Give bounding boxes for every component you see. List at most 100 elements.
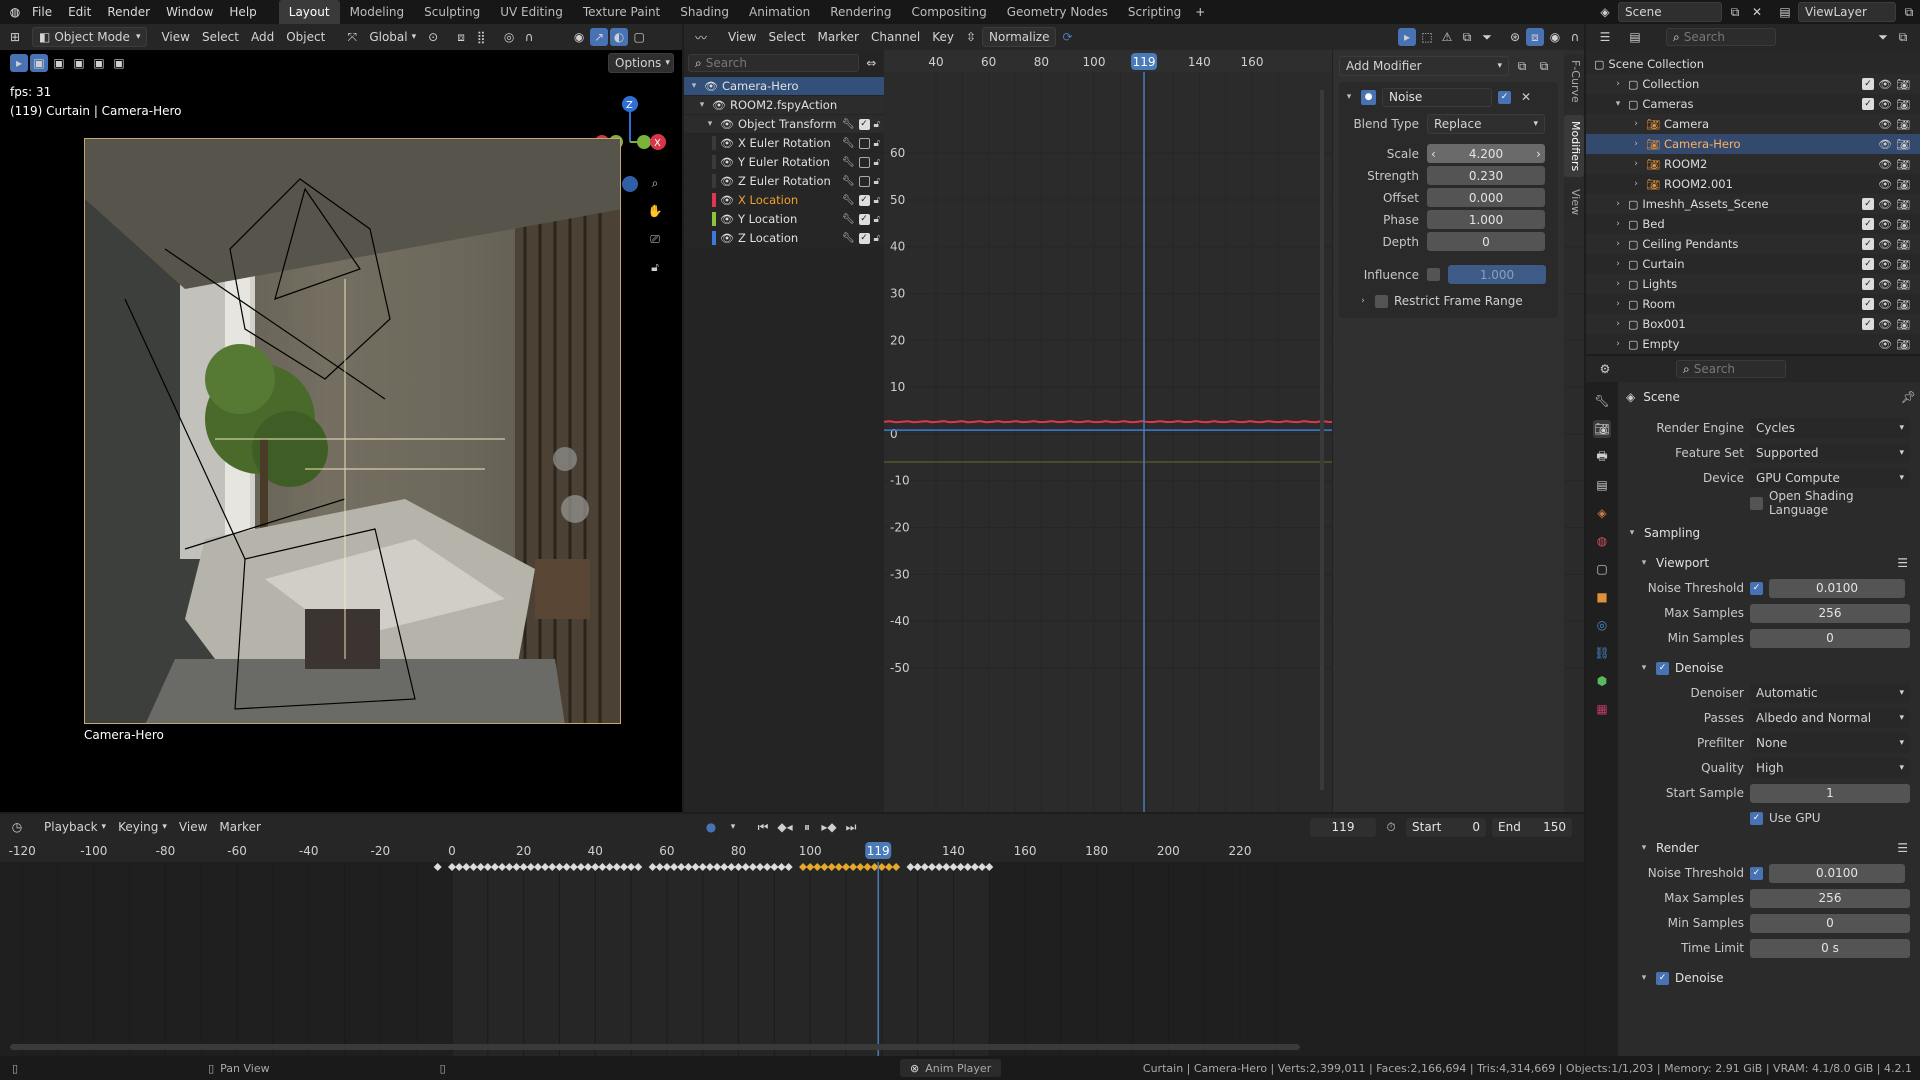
timeline-type-icon[interactable]: ◷ xyxy=(8,818,26,836)
expand-chevron-icon[interactable]: ▾ xyxy=(688,81,700,91)
prop-checkbox[interactable]: ✓ xyxy=(1750,581,1763,595)
expand-chevron-icon[interactable]: › xyxy=(1630,119,1642,129)
collapse-chevron-icon[interactable]: ▾ xyxy=(1626,528,1638,538)
timeline-menu-playback[interactable]: Playback ▾ xyxy=(38,817,112,837)
copy-modifiers-icon[interactable]: ⧉ xyxy=(1513,57,1531,75)
pan-hand-icon[interactable]: ✋ xyxy=(646,202,664,220)
viewport-menu-add[interactable]: Add xyxy=(245,27,280,47)
sidebar-tab-modifiers[interactable]: Modifiers xyxy=(1564,114,1584,177)
paste-modifiers-icon[interactable]: ⧉ xyxy=(1535,57,1553,75)
outliner-item[interactable]: › ▢ Bed ✓ 👁︎ 📷︎ xyxy=(1586,214,1920,234)
swap-icon[interactable]: ⇔ xyxy=(863,54,880,72)
tool-tab-icon[interactable]: 🔧︎ xyxy=(1593,392,1611,410)
falloff-icon[interactable]: ∩ xyxy=(520,28,538,46)
viewport-menu-select[interactable]: Select xyxy=(196,27,245,47)
pin-icon[interactable]: 📌︎ xyxy=(1901,390,1916,404)
lock-camera-icon[interactable]: 🔓︎ xyxy=(646,258,664,276)
zoom-icon[interactable]: ⌕ xyxy=(646,174,664,192)
transform-orientation-icon[interactable]: ⤧ xyxy=(343,28,361,46)
modifier-mute-toggle[interactable]: ● xyxy=(1361,89,1376,105)
graph-menu-channel[interactable]: Channel xyxy=(865,27,926,47)
modifier-wrench-icon[interactable]: 🔧︎ xyxy=(842,195,855,206)
outliner-item[interactable]: › ▢ Lights ✓ 👁︎ 📷︎ xyxy=(1586,274,1920,294)
render-camera-icon[interactable]: 📷︎ xyxy=(1896,158,1910,171)
modifier-offset-field[interactable]: 0.000 xyxy=(1427,188,1545,207)
expand-chevron-icon[interactable]: › xyxy=(1612,199,1624,209)
expand-chevron-icon[interactable]: › xyxy=(1612,239,1624,249)
outliner-item[interactable]: › ▢ Box001 ✓ 👁︎ 📷︎ xyxy=(1586,314,1920,334)
prop-field[interactable]: 256 xyxy=(1750,888,1910,908)
prop-checkbox[interactable]: ✓ xyxy=(1750,811,1763,825)
prop-field[interactable]: 0.0100 xyxy=(1769,863,1905,883)
scene-icon[interactable]: ◈ xyxy=(1596,3,1614,21)
next-keyframe-icon[interactable]: ▸◆ xyxy=(820,818,838,836)
expand-chevron-icon[interactable]: › xyxy=(1612,259,1624,269)
viewport-menu-object[interactable]: Object xyxy=(280,27,331,47)
menu-render[interactable]: Render xyxy=(99,0,158,24)
render-camera-icon[interactable]: 📷︎ xyxy=(1896,318,1910,331)
camera-frame[interactable] xyxy=(84,138,621,724)
exclude-checkbox[interactable]: ✓ xyxy=(1862,238,1875,250)
channel-row[interactable]: 👁︎ X Location 🔧︎ ✓ 🔓︎ xyxy=(684,191,884,209)
collapse-chevron-icon[interactable]: ▾ xyxy=(1638,843,1650,853)
eye-icon[interactable]: 👁︎ xyxy=(1878,318,1892,331)
exclude-checkbox[interactable]: ✓ xyxy=(1862,198,1875,210)
sidebar-tab-f-curve[interactable]: F-Curve xyxy=(1564,54,1584,109)
channel-row[interactable]: 👁︎ X Euler Rotation 🔧︎ 🔓︎ xyxy=(684,134,884,152)
tab-modeling[interactable]: Modeling xyxy=(340,0,415,24)
expand-chevron-icon[interactable]: › xyxy=(1612,219,1624,229)
expand-chevron-icon[interactable]: › xyxy=(1612,299,1624,309)
prop-dropdown[interactable]: Albedo and Normal ▾ xyxy=(1750,708,1910,728)
view-layer-icon[interactable]: ▤ xyxy=(1776,3,1794,21)
xray-icon[interactable]: ▢ xyxy=(630,28,648,46)
record-icon[interactable]: ● xyxy=(702,818,720,836)
expand-chevron-icon[interactable]: › xyxy=(1612,79,1624,89)
expand-chevron-icon[interactable]: › xyxy=(1357,296,1369,306)
pivot-icon[interactable]: ⊙ xyxy=(424,28,442,46)
eye-icon[interactable]: 👁︎ xyxy=(1878,258,1892,271)
scene-selector[interactable]: Scene xyxy=(1618,2,1722,22)
influence-checkbox[interactable] xyxy=(1427,268,1440,281)
physics-tab-icon[interactable]: ◎ xyxy=(1593,616,1611,634)
collapse-chevron-icon[interactable]: ▾ xyxy=(1343,92,1355,102)
graph-menu-select[interactable]: Select xyxy=(762,27,811,47)
render-camera-icon[interactable]: 📷︎ xyxy=(1896,278,1910,291)
overlay-icon[interactable]: ◐ xyxy=(610,28,629,46)
channel-mute-checkbox[interactable]: ✓ xyxy=(858,232,870,244)
transform-orientation-selector[interactable]: Global ▾ xyxy=(363,27,422,47)
menu-file[interactable]: File xyxy=(24,0,60,24)
tab-geometry-nodes[interactable]: Geometry Nodes xyxy=(997,0,1118,24)
outliner-filter-icon[interactable]: ⏷ xyxy=(1874,28,1892,46)
channel-row[interactable]: 👁︎ Z Euler Rotation 🔧︎ 🔓︎ xyxy=(684,172,884,190)
prop-field[interactable]: 0 xyxy=(1750,628,1910,648)
channel-search-input[interactable]: ⌕ Search xyxy=(688,54,859,72)
snap-grid-icon[interactable]: ⣿ xyxy=(472,28,490,46)
sidebar-tab-view[interactable]: View xyxy=(1564,182,1584,222)
panel-header[interactable]: ▾ Sampling xyxy=(1626,523,1916,543)
expand-chevron-icon[interactable]: › xyxy=(1630,139,1642,149)
outliner-item[interactable]: › ▢ Collection ✓ 👁︎ 📷︎ xyxy=(1586,74,1920,94)
graph-editor-type-icon[interactable]: 〰 xyxy=(692,28,710,46)
timeline-canvas[interactable]: -120 -100 -80 -60 -40 -20 0 20 40 60 80 100 140 160 18… xyxy=(0,840,1584,1056)
end-frame-field[interactable]: End 150 xyxy=(1492,817,1572,837)
render-camera-icon[interactable]: 📷︎ xyxy=(1896,198,1910,211)
render-camera-icon[interactable]: 📷︎ xyxy=(1896,238,1910,251)
panel-header[interactable]: ▾ ✓ Denoise xyxy=(1626,968,1916,988)
render-camera-icon[interactable]: 📷︎ xyxy=(1896,338,1910,351)
auto-snap-icon[interactable]: ⧈ xyxy=(1526,28,1544,46)
panel-checkbox[interactable]: ✓ xyxy=(1656,661,1669,675)
prop-dropdown[interactable]: High ▾ xyxy=(1750,758,1910,778)
render-camera-icon[interactable]: 📷︎ xyxy=(1896,138,1910,151)
modifier-name-field[interactable]: Noise xyxy=(1382,87,1492,107)
lock-icon[interactable]: 🔓︎ xyxy=(874,138,880,149)
visibility-eye-icon[interactable]: 👁︎ xyxy=(720,175,734,188)
outliner-item[interactable]: › ▢ Imeshh_Assets_Scene ✓ 👁︎ 📷︎ xyxy=(1586,194,1920,214)
collapse-chevron-icon[interactable]: ▾ xyxy=(1638,973,1650,983)
exclude-checkbox[interactable]: ✓ xyxy=(1862,258,1875,270)
render-tab-icon[interactable]: 📷︎ xyxy=(1593,420,1611,438)
prev-keyframe-icon[interactable]: ◆◂ xyxy=(776,818,794,836)
select-subtract-icon[interactable]: ▣ xyxy=(70,54,88,72)
prop-checkbox[interactable]: ✓ xyxy=(1750,866,1763,880)
presets-list-icon[interactable]: ☰ xyxy=(1897,556,1908,570)
properties-search-input[interactable]: ⌕ Search xyxy=(1676,360,1786,378)
